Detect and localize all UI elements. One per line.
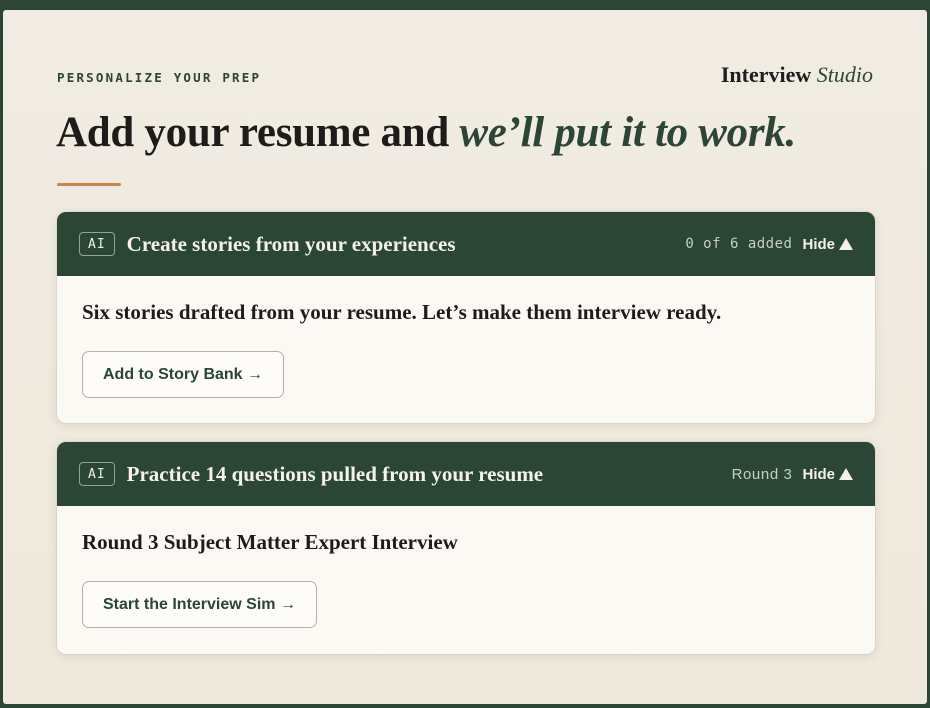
- stories-card: AI Create stories from your experiences …: [57, 212, 875, 423]
- hide-toggle-label: Hide: [802, 235, 835, 253]
- page-title-main: Add your resume and: [56, 109, 460, 156]
- triangle-up-icon: [839, 468, 853, 480]
- brand-name-italic: Studio: [816, 62, 873, 87]
- stories-card-body: Six stories drafted from your resume. Le…: [57, 276, 875, 398]
- page-title: Add your resume and we’ll put it to work…: [56, 108, 796, 157]
- practice-card-body: Round 3 Subject Matter Expert Interview …: [57, 506, 875, 628]
- brand-name: Interview: [720, 62, 812, 87]
- stories-card-header: AI Create stories from your experiences …: [57, 212, 875, 276]
- ai-badge: AI: [79, 232, 115, 256]
- stories-card-title: Create stories from your experiences: [126, 231, 456, 256]
- stories-progress-status: 0 of 6 added: [685, 236, 793, 252]
- triangle-up-icon: [839, 238, 853, 250]
- practice-hide-toggle[interactable]: Hide: [802, 466, 853, 483]
- brand-logo: Interview Studio: [721, 62, 873, 88]
- page-frame: PERSONALIZE YOUR PREP Interview Studio A…: [3, 10, 927, 704]
- practice-card: AI Practice 14 questions pulled from you…: [57, 442, 875, 654]
- hide-toggle-label: Hide: [802, 465, 835, 483]
- add-to-story-bank-button[interactable]: Add to Story Bank →: [82, 351, 285, 398]
- start-interview-sim-button[interactable]: Start the Interview Sim →: [82, 581, 317, 628]
- ai-badge: AI: [79, 462, 115, 486]
- page-title-accent: we’ll put it to work.: [459, 109, 796, 156]
- practice-round-status: Round 3: [731, 465, 793, 483]
- eyebrow-label: PERSONALIZE YOUR PREP: [57, 70, 262, 85]
- stories-hide-toggle[interactable]: Hide: [802, 236, 853, 253]
- title-underline: [57, 183, 121, 186]
- practice-card-header: AI Practice 14 questions pulled from you…: [57, 442, 875, 506]
- practice-card-header-right: Round 3 Hide: [732, 466, 853, 483]
- practice-card-title: Practice 14 questions pulled from your r…: [126, 461, 544, 486]
- stories-card-header-right: 0 of 6 added Hide: [685, 236, 853, 253]
- stories-description: Six stories drafted from your resume. Le…: [82, 300, 722, 324]
- practice-description: Round 3 Subject Matter Expert Interview: [82, 530, 458, 554]
